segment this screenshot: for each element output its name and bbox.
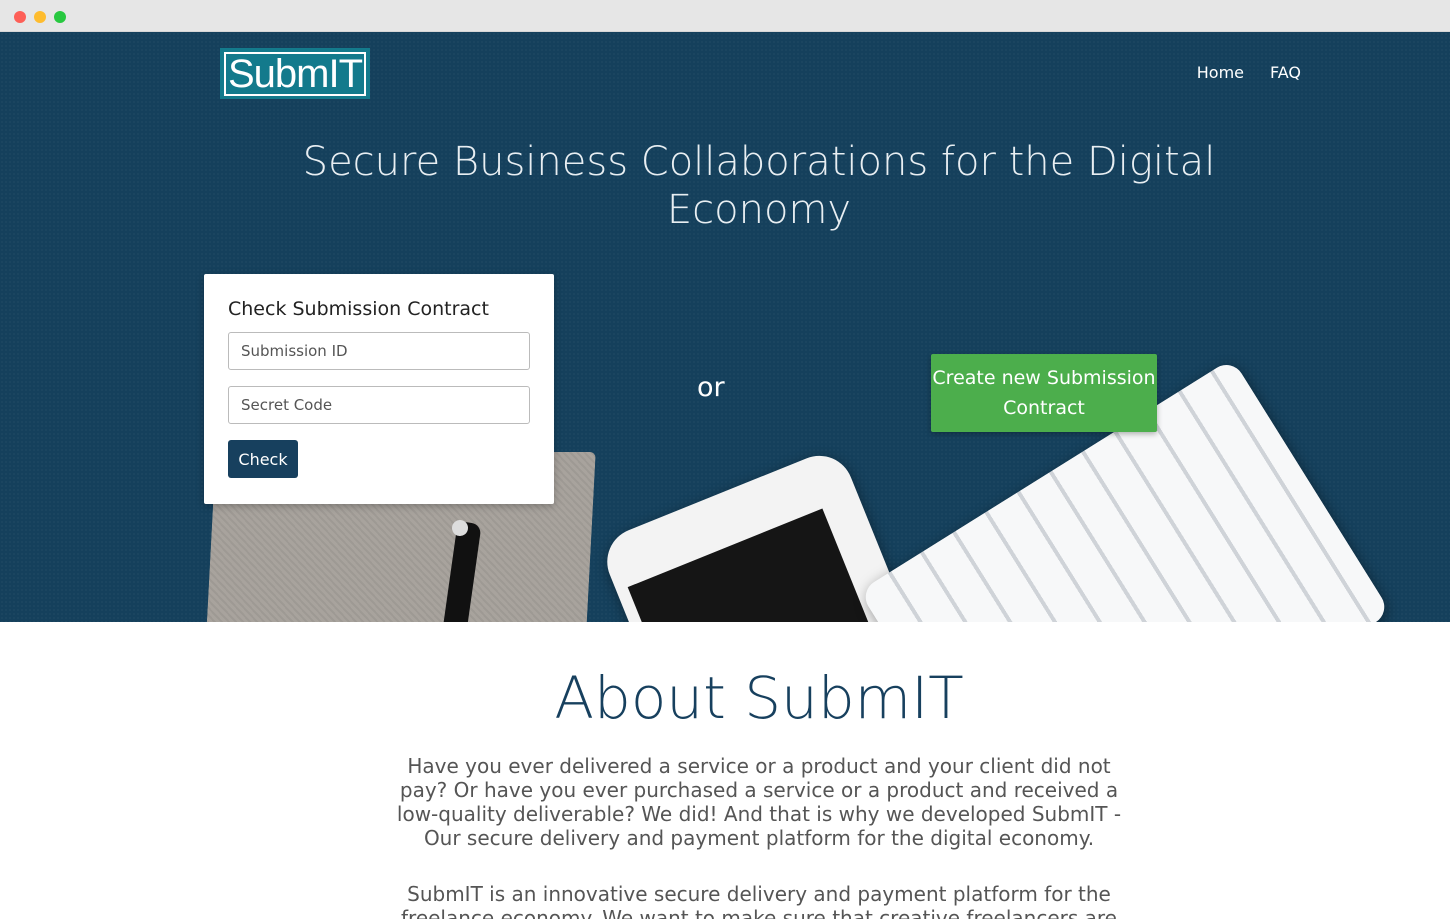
window-titlebar xyxy=(0,0,1450,32)
create-contract-button[interactable]: Create new Submission Contract xyxy=(931,354,1157,432)
check-contract-card: Check Submission Contract Check xyxy=(204,274,554,504)
hero-section: SubmIT Home FAQ Secure Business Collabor… xyxy=(0,32,1450,622)
check-contract-title: Check Submission Contract xyxy=(228,298,489,320)
logo[interactable]: SubmIT xyxy=(220,48,370,99)
close-window-icon[interactable] xyxy=(14,11,26,23)
minimize-window-icon[interactable] xyxy=(34,11,46,23)
about-title: About SubmIT xyxy=(554,664,964,732)
nav-faq-link[interactable]: FAQ xyxy=(1270,63,1301,82)
or-separator: or xyxy=(697,372,725,403)
secret-code-input[interactable] xyxy=(228,386,530,424)
maximize-window-icon[interactable] xyxy=(54,11,66,23)
hero-title: Secure Business Collaborations for the D… xyxy=(302,139,1216,233)
main-nav: Home FAQ xyxy=(1197,63,1301,82)
about-paragraph-1: Have you ever delivered a service or a p… xyxy=(396,754,1122,850)
logo-text: SubmIT xyxy=(223,51,367,96)
check-button[interactable]: Check xyxy=(228,440,298,478)
nav-home-link[interactable]: Home xyxy=(1197,63,1244,82)
about-paragraph-2: SubmIT is an innovative secure delivery … xyxy=(401,882,1117,919)
submission-id-input[interactable] xyxy=(228,332,530,370)
about-section: About SubmIT Have you ever delivered a s… xyxy=(0,622,1450,919)
